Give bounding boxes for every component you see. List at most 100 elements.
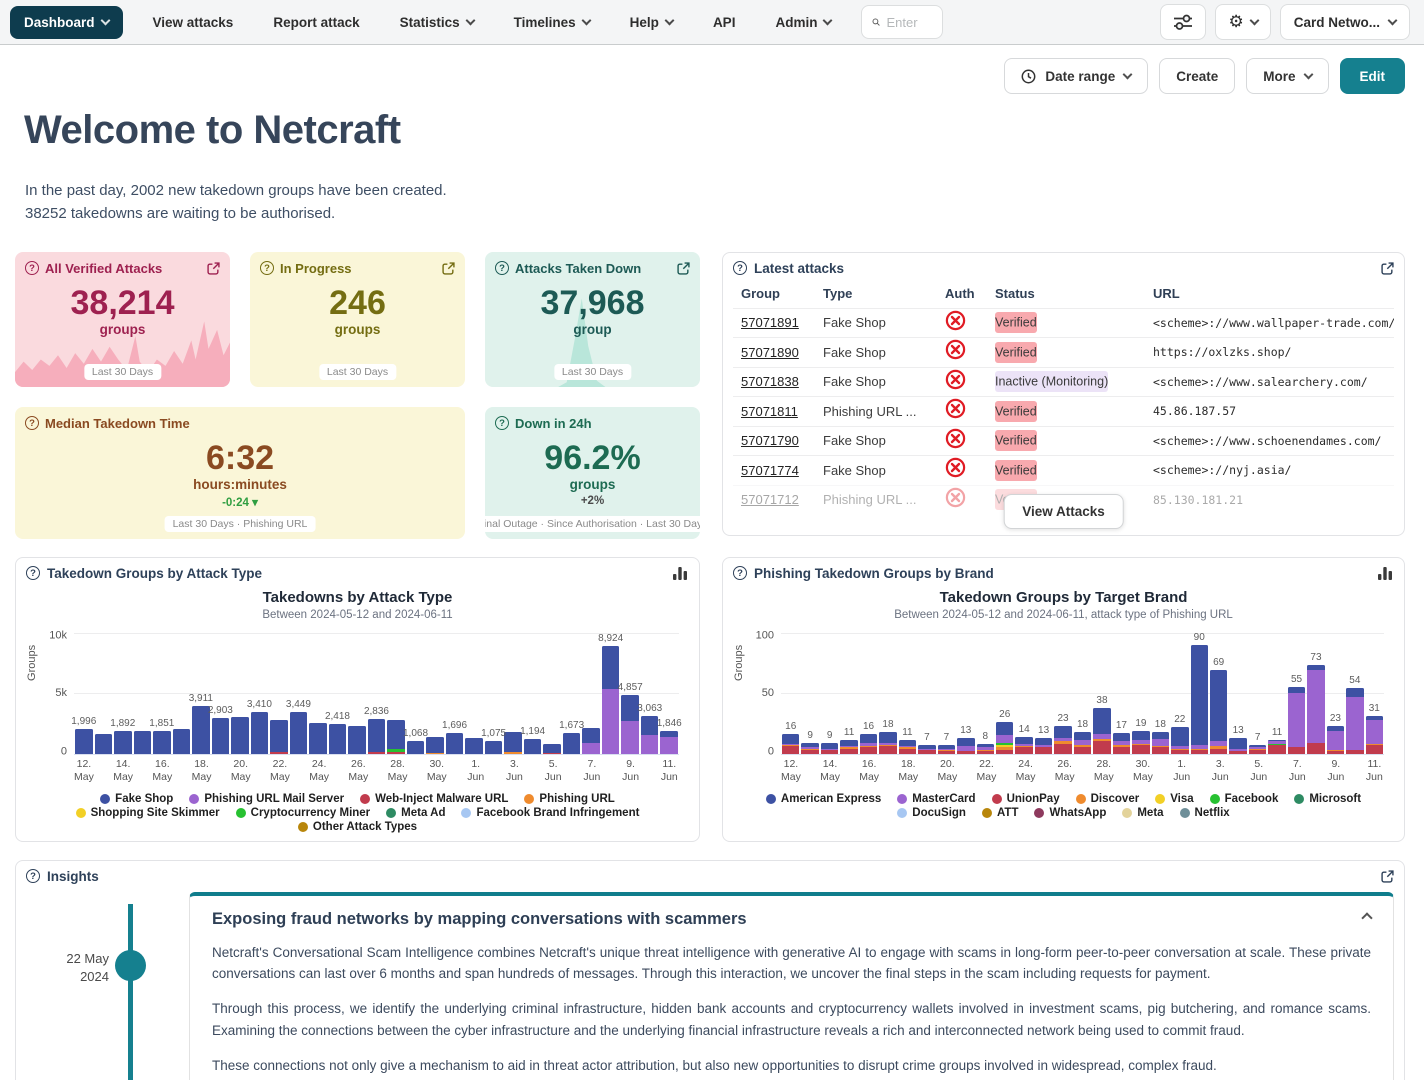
bar: 18	[1074, 633, 1091, 754]
chart-subtitle: Between 2024-05-12 and 2024-06-11, attac…	[733, 609, 1394, 621]
column-header: Type	[823, 286, 945, 301]
settings-menu-button[interactable]: ⚙	[1215, 4, 1270, 40]
chevron-down-icon	[1388, 15, 1398, 25]
auth-denied-icon[interactable]	[945, 457, 966, 478]
stat-card-title: Down in 24h	[515, 416, 690, 431]
external-link-icon[interactable]	[1381, 262, 1394, 275]
group-link[interactable]: 57071890	[741, 345, 823, 360]
attack-type: Fake Shop	[823, 433, 945, 448]
legend-item: Fake Shop	[100, 793, 173, 805]
group-link[interactable]: 57071891	[741, 315, 823, 330]
external-link-icon[interactable]	[677, 262, 690, 275]
legend-label: Web-Inject Malware URL	[375, 793, 508, 805]
nav-item-admin[interactable]: Admin	[757, 7, 849, 38]
create-button[interactable]: Create	[1159, 58, 1235, 94]
stat-card-delta[interactable]: -0:24 ▾	[25, 495, 455, 509]
x-tick-label: 30. May	[1133, 758, 1153, 784]
x-tick-label	[447, 758, 466, 784]
group-link[interactable]: 57071811	[741, 404, 823, 419]
bar: 1,851	[153, 633, 171, 754]
x-tick-label: 20. May	[937, 758, 957, 784]
help-icon[interactable]: ?	[733, 261, 747, 275]
x-tick-label	[918, 758, 937, 784]
bar-value-label: 16	[785, 721, 796, 732]
stat-card-value: 6:32	[25, 441, 455, 477]
edit-button[interactable]: Edit	[1340, 58, 1406, 94]
auth-denied-icon[interactable]	[945, 339, 966, 360]
stat-card-value: 96.2%	[495, 441, 690, 477]
bar	[309, 633, 327, 754]
bar-value-label: 38	[1096, 695, 1107, 706]
bar: 38	[1093, 633, 1110, 754]
x-tick-label: 30. May	[427, 758, 447, 784]
bar-value-label: 13	[1233, 725, 1244, 736]
y-tick-label: 0	[61, 745, 67, 757]
help-icon[interactable]: ?	[260, 261, 274, 275]
view-attacks-button[interactable]: View Attacks	[1003, 494, 1124, 529]
attack-url: 85.130.181.21	[1153, 493, 1394, 507]
help-icon[interactable]: ?	[495, 416, 509, 430]
bar-value-label: 13	[1038, 725, 1049, 736]
account-menu-button[interactable]: Card Netwo...	[1280, 4, 1410, 40]
chart-type-icon[interactable]	[673, 566, 689, 580]
page-title: Welcome to Netcraft	[24, 108, 1405, 153]
chart-type-icon[interactable]	[1378, 566, 1394, 580]
nav-item-statistics[interactable]: Statistics	[382, 7, 492, 38]
bar: 18	[879, 633, 896, 754]
nav-item-label: Dashboard	[24, 15, 95, 30]
date-range-button[interactable]: Date range	[1004, 58, 1148, 94]
stat-card-delta[interactable]: +2%	[495, 495, 690, 507]
legend-item: Phishing URL Mail Server	[189, 793, 344, 805]
legend-dot	[1180, 808, 1190, 818]
bar: 17	[1113, 633, 1130, 754]
display-settings-button[interactable]	[1160, 4, 1206, 40]
group-link[interactable]: 57071838	[741, 374, 823, 389]
collapse-chevron-up-icon[interactable]	[1361, 912, 1372, 923]
nav-item-timelines[interactable]: Timelines	[496, 7, 608, 38]
legend-item: Netflix	[1180, 807, 1230, 819]
auth-denied-icon[interactable]	[945, 310, 966, 331]
legend-dot	[1294, 794, 1304, 804]
auth-denied-icon[interactable]	[945, 369, 966, 390]
external-link-icon[interactable]	[207, 262, 220, 275]
group-link[interactable]: 57071774	[741, 463, 823, 478]
external-link-icon[interactable]	[1381, 870, 1394, 883]
nav-item-help[interactable]: Help	[612, 7, 691, 38]
x-tick-label: 11. Jun	[660, 758, 679, 784]
group-link[interactable]: 57071790	[741, 433, 823, 448]
legend-item: Microsoft	[1294, 793, 1361, 805]
help-icon[interactable]: ?	[495, 261, 509, 275]
legend-dot	[1210, 794, 1220, 804]
help-icon[interactable]: ?	[26, 869, 40, 883]
help-icon[interactable]: ?	[25, 261, 39, 275]
dashboard-content: Date range Create More Edit Welcome to N…	[0, 58, 1424, 1080]
group-link[interactable]: 57071712	[741, 492, 823, 507]
chart-plot: 10k5k0Groups1,9961,8921,8513,9112,9033,4…	[74, 633, 679, 755]
bar-value-label: 1,996	[71, 716, 96, 727]
chart-panel-brand: ?Phishing Takedown Groups by BrandTakedo…	[722, 557, 1405, 842]
nav-item-api[interactable]: API	[695, 7, 754, 38]
table-row: 57071774Fake ShopVerified<scheme>://nyj.…	[733, 455, 1394, 485]
help-icon[interactable]: ?	[25, 416, 39, 430]
external-link-icon[interactable]	[442, 262, 455, 275]
more-button[interactable]: More	[1246, 58, 1328, 94]
x-tick-label	[94, 758, 113, 784]
auth-denied-icon[interactable]	[945, 428, 966, 449]
attack-type: Fake Shop	[823, 374, 945, 389]
x-tick-label	[602, 758, 621, 784]
nav-item-view-attacks[interactable]: View attacks	[135, 7, 252, 38]
nav-item-dashboard[interactable]: Dashboard	[10, 6, 123, 39]
bar: 11	[899, 633, 916, 754]
x-tick-label	[1268, 758, 1287, 784]
attack-url: https://oxlzks.shop/	[1153, 345, 1394, 359]
x-tick-label: 18. May	[898, 758, 918, 784]
attack-type: Fake Shop	[823, 463, 945, 478]
nav-item-report-attack[interactable]: Report attack	[255, 7, 377, 38]
global-search[interactable]	[861, 5, 943, 39]
help-icon[interactable]: ?	[26, 566, 40, 580]
stat-card-median-takedown-time: ?Median Takedown Time6:32hours:minutes-0…	[15, 407, 465, 539]
search-input[interactable]	[886, 15, 932, 30]
auth-denied-icon[interactable]	[945, 398, 966, 419]
auth-denied-icon[interactable]	[945, 487, 966, 508]
help-icon[interactable]: ?	[733, 566, 747, 580]
